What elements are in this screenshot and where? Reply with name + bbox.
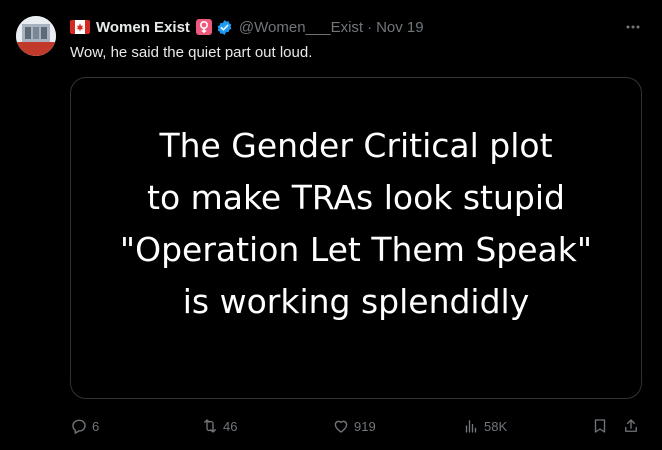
share-icon xyxy=(625,419,637,432)
tweet-text: Wow, he said the quiet part out loud. xyxy=(70,44,313,61)
like-count: 919 xyxy=(354,418,376,434)
separator-dot: · xyxy=(367,18,373,36)
more-button[interactable] xyxy=(620,16,646,38)
like-button[interactable]: 919 xyxy=(332,414,376,438)
verified-badge-icon xyxy=(217,19,232,35)
views-chart-icon xyxy=(465,420,477,433)
timestamp[interactable]: Nov 19 xyxy=(376,19,424,36)
reply-button[interactable]: 6 xyxy=(70,414,99,438)
tweet-media-image[interactable]: The Gender Critical plot to make TRAs lo… xyxy=(70,77,642,399)
reply-count: 6 xyxy=(92,418,100,434)
display-name[interactable]: Women Exist xyxy=(96,19,190,36)
venus-badge-icon xyxy=(195,19,212,35)
views-button[interactable]: 58K xyxy=(462,414,507,438)
repost-icon xyxy=(204,419,216,433)
repost-button[interactable]: 46 xyxy=(201,414,237,438)
media-line: "Operation Let Them Speak" xyxy=(119,230,593,269)
canada-flag-icon xyxy=(70,20,90,34)
bookmark-icon xyxy=(594,419,606,433)
avatar[interactable] xyxy=(16,16,56,56)
media-line: is working splendidly xyxy=(182,282,530,321)
tweet-header: Women Exist @Women___Exist · Nov 19 xyxy=(70,16,646,38)
bookmark-button[interactable] xyxy=(591,414,609,438)
media-line: to make TRAs look stupid xyxy=(147,178,565,217)
share-button[interactable] xyxy=(622,414,640,438)
repost-count: 46 xyxy=(223,418,238,434)
heart-icon xyxy=(334,420,348,433)
media-text: The Gender Critical plot to make TRAs lo… xyxy=(71,120,641,328)
reply-icon xyxy=(72,419,86,434)
views-count: 58K xyxy=(484,418,508,434)
action-bar: 6 46 919 58K xyxy=(70,414,646,438)
ellipsis-icon xyxy=(626,25,640,29)
user-handle[interactable]: @Women___Exist xyxy=(239,19,363,36)
media-line: The Gender Critical plot xyxy=(159,126,553,165)
avatar-image xyxy=(16,16,56,56)
